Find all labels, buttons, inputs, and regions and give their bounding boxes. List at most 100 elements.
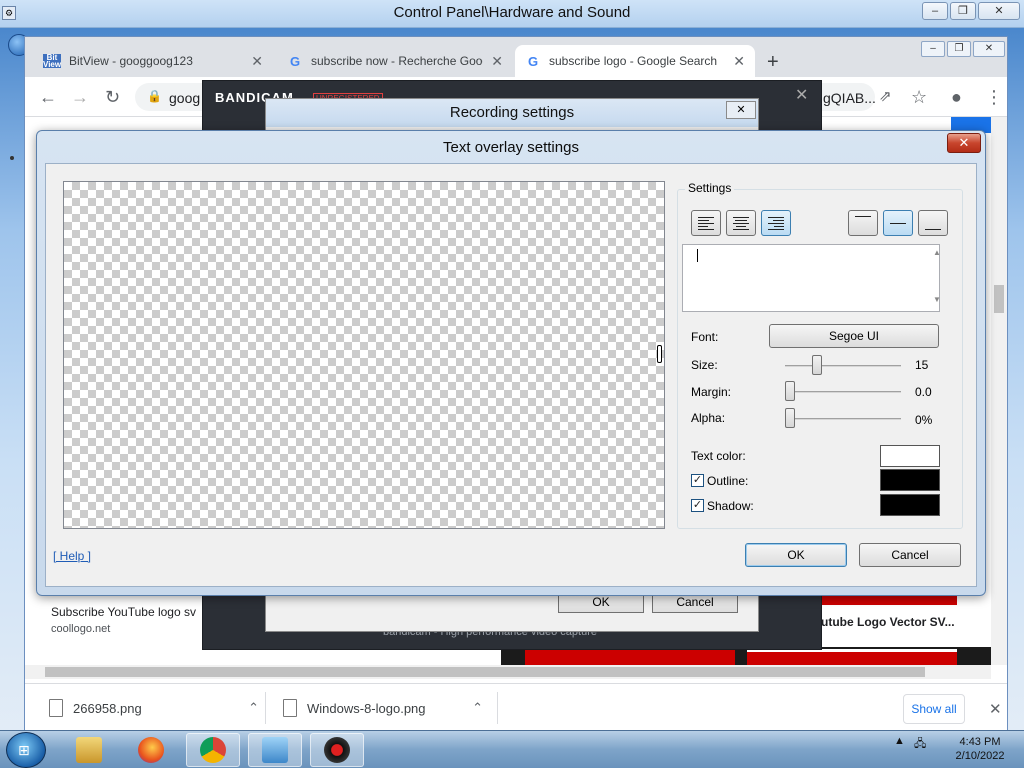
close-button[interactable]: ✕ xyxy=(978,2,1020,20)
scroll-down-icon[interactable]: ▼ xyxy=(933,295,941,304)
size-slider-track[interactable] xyxy=(785,365,901,367)
control-panel-titlebar: Control Panel\Hardware and Sound – ❐ ✕ xyxy=(0,0,1024,28)
download-shelf: 266958.png ⌃ Windows-8-logo.png ⌃ Show a… xyxy=(25,683,1007,731)
close-icon[interactable]: ✕ xyxy=(989,700,1002,718)
network-icon[interactable]: 🖧 xyxy=(914,735,926,754)
margin-slider-track[interactable] xyxy=(785,391,901,393)
chevron-up-icon[interactable]: ⌃ xyxy=(472,700,483,716)
divider xyxy=(265,692,266,724)
download-item[interactable]: Windows-8-logo.png ⌃ xyxy=(283,694,483,722)
bandicam-close-icon[interactable]: ✕ xyxy=(795,85,808,105)
show-all-button[interactable]: Show all xyxy=(903,694,965,724)
help-link[interactable]: [ Help ] xyxy=(53,549,91,563)
size-value: 15 xyxy=(915,358,929,372)
taskbar-firefox[interactable] xyxy=(124,733,178,767)
settings-label: Settings xyxy=(685,181,735,195)
tab-bar: Bit View BitView - googgoog123 ✕ G subscr… xyxy=(25,37,1007,77)
shadow-checkbox[interactable]: ✓ xyxy=(691,499,704,512)
file-icon xyxy=(49,699,63,717)
margin-slider-thumb[interactable] xyxy=(785,381,795,401)
image-result-caption[interactable]: Subscribe YouTube logo sv xyxy=(51,605,196,619)
chrome-close-button[interactable]: ✕ xyxy=(973,41,1005,57)
tab-subscribe-logo[interactable]: G subscribe logo - Google Search ✕ xyxy=(515,45,755,77)
recording-settings-title: Recording settings xyxy=(449,104,575,121)
clock-date: 2/10/2022 xyxy=(955,750,1005,762)
resize-handle-icon[interactable] xyxy=(657,345,662,363)
profile-icon[interactable]: ● xyxy=(951,87,962,108)
overlay-text-input[interactable] xyxy=(682,244,940,312)
taskbar-explorer[interactable] xyxy=(62,733,116,767)
menu-kebab-icon[interactable]: ⋮ xyxy=(985,87,1003,108)
ok-button[interactable]: OK xyxy=(745,543,847,567)
alpha-slider-thumb[interactable] xyxy=(785,408,795,428)
control-panel-title: Control Panel\Hardware and Sound xyxy=(393,4,631,21)
image-result-caption-right[interactable]: utube Logo Vector SV... xyxy=(821,615,955,629)
taskbar-chrome[interactable] xyxy=(186,733,240,767)
close-icon[interactable]: ✕ xyxy=(491,53,503,70)
alpha-value: 0% xyxy=(915,413,933,427)
close-icon[interactable]: ✕ xyxy=(251,53,263,70)
size-label: Size: xyxy=(691,358,718,372)
alpha-slider-track[interactable] xyxy=(785,418,901,420)
outline-color-swatch[interactable] xyxy=(880,469,940,491)
chrome-maximize-button[interactable]: ❐ xyxy=(947,41,971,57)
google-icon: G xyxy=(289,53,301,69)
align-top-button[interactable] xyxy=(848,210,878,236)
new-tab-button[interactable]: + xyxy=(767,51,779,74)
close-button[interactable]: ✕ xyxy=(947,133,981,153)
bookmark-star-icon[interactable]: ☆ xyxy=(911,87,927,108)
image-result-source[interactable]: coollogo.net xyxy=(51,623,110,635)
horizontal-scrollbar-thumb[interactable] xyxy=(45,667,925,677)
tab-recherche[interactable]: G subscribe now - Recherche Goog ✕ xyxy=(277,45,513,77)
bandicam-icon xyxy=(324,737,350,763)
share-icon[interactable]: ⇗ xyxy=(879,87,892,105)
taskbar-bandicam[interactable] xyxy=(310,733,364,767)
show-hidden-icons-icon[interactable]: ▲ xyxy=(894,735,905,747)
taskbar: ⊞ xyxy=(0,730,1024,768)
vertical-scrollbar-thumb[interactable] xyxy=(994,285,1004,313)
margin-value: 0.0 xyxy=(915,385,932,399)
font-picker-button[interactable]: Segoe UI xyxy=(769,324,939,348)
lock-icon[interactable]: 🔒 xyxy=(147,89,162,103)
shadow-color-swatch[interactable] xyxy=(880,494,940,516)
close-icon[interactable]: ✕ xyxy=(733,53,745,70)
align-right-button[interactable] xyxy=(761,210,791,236)
size-slider-thumb[interactable] xyxy=(811,355,822,375)
download-item[interactable]: 266958.png ⌃ xyxy=(49,694,259,722)
forward-arrow-icon[interactable]: → xyxy=(71,87,89,108)
maximize-button[interactable]: ❐ xyxy=(950,2,976,20)
windows-logo-icon: ⊞ xyxy=(18,742,30,758)
dialog-title: Text overlay settings xyxy=(443,139,579,156)
tab-label: BitView - googgoog123 xyxy=(69,54,193,68)
close-icon[interactable]: ✕ xyxy=(726,101,756,119)
tab-label: subscribe now - Recherche Goog xyxy=(311,54,483,68)
image-result-thumbnail[interactable] xyxy=(747,649,957,665)
align-middle-button[interactable] xyxy=(883,210,913,236)
taskbar-control-panel[interactable] xyxy=(248,733,302,767)
align-left-button[interactable] xyxy=(691,210,721,236)
scroll-up-icon[interactable]: ▲ xyxy=(933,248,941,257)
text-color-swatch[interactable] xyxy=(880,445,940,467)
align-center-button[interactable] xyxy=(726,210,756,236)
outline-checkbox[interactable]: ✓ xyxy=(691,474,704,487)
recording-settings-titlebar: Recording settings ✕ xyxy=(266,99,758,127)
alpha-label: Alpha: xyxy=(691,411,726,425)
explorer-icon xyxy=(76,737,102,763)
firefox-icon xyxy=(138,737,164,763)
back-arrow-icon[interactable]: ← xyxy=(39,87,57,108)
font-label: Font: xyxy=(691,330,719,344)
chrome-minimize-button[interactable]: – xyxy=(921,41,945,57)
vertical-scrollbar[interactable] xyxy=(991,117,1007,665)
chevron-up-icon[interactable]: ⌃ xyxy=(248,700,259,716)
minimize-button[interactable]: – xyxy=(922,2,948,20)
clock[interactable]: 4:43 PM 2/10/2022 xyxy=(950,735,1010,763)
bitview-icon: Bit View xyxy=(43,53,62,69)
overlay-preview xyxy=(63,181,665,529)
cancel-button[interactable]: Cancel xyxy=(859,543,961,567)
bullet-dot xyxy=(10,156,14,160)
reload-icon[interactable]: ↻ xyxy=(105,87,120,108)
tab-bitview[interactable]: Bit View BitView - googgoog123 ✕ xyxy=(33,45,273,77)
image-result-thumbnail[interactable] xyxy=(525,649,735,665)
align-bottom-button[interactable] xyxy=(918,210,948,236)
download-filename: Windows-8-logo.png xyxy=(307,700,426,716)
